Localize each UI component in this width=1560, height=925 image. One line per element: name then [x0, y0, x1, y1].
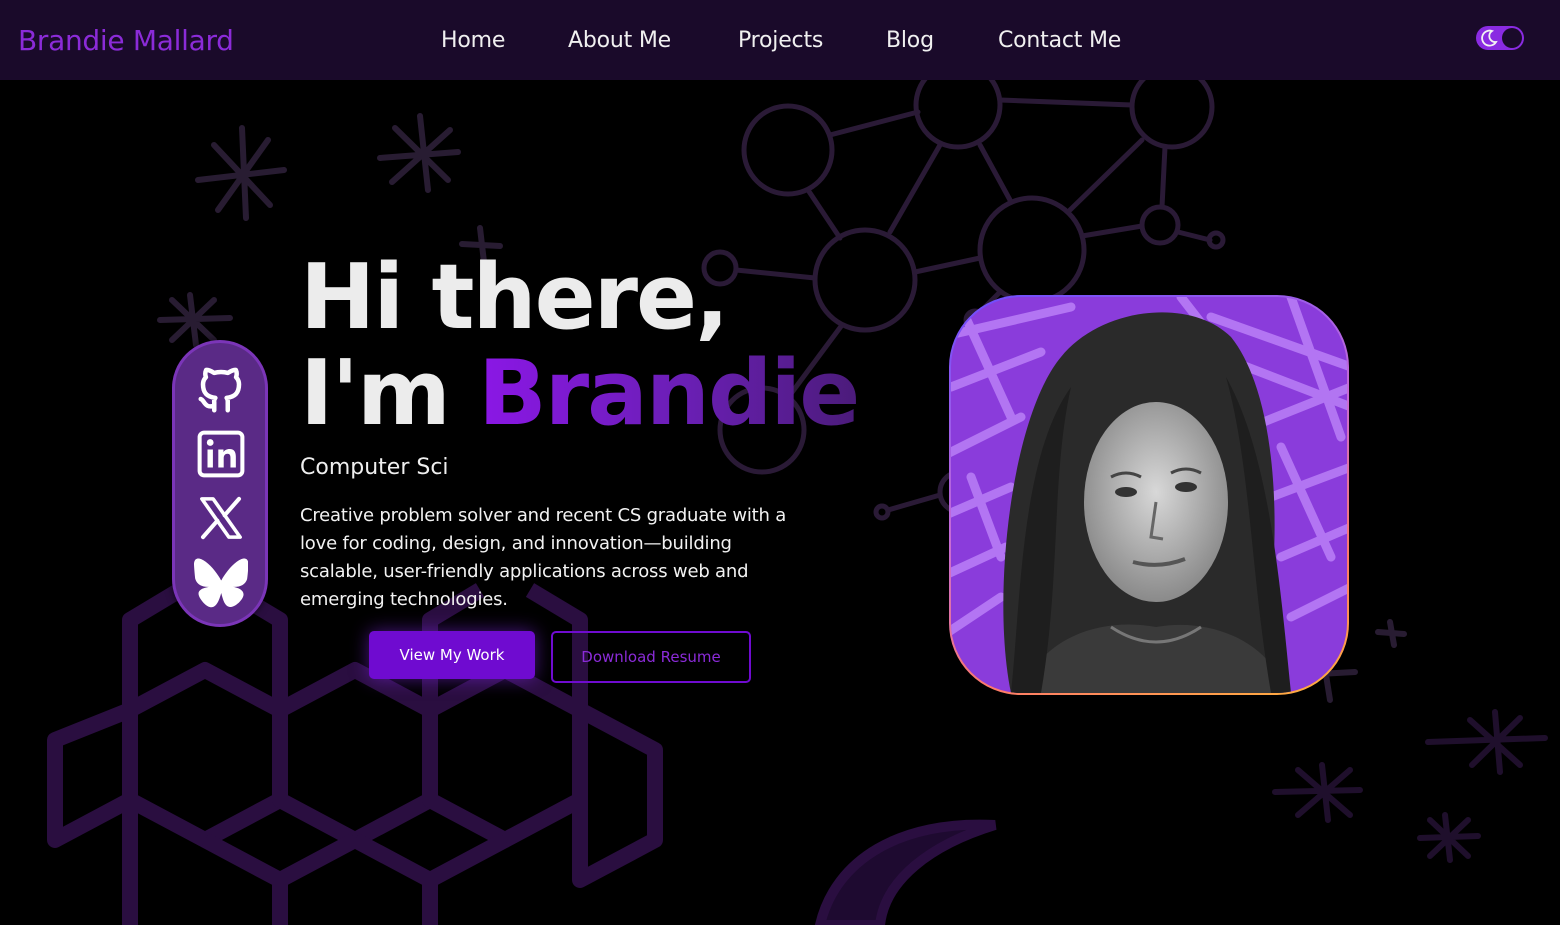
hero-greeting: Hi there, — [300, 245, 729, 350]
moon-icon — [1481, 29, 1498, 47]
theme-toggle[interactable] — [1476, 26, 1524, 50]
x-icon[interactable] — [194, 491, 248, 545]
profile-photo-frame — [949, 295, 1349, 695]
nav-link-home[interactable]: Home — [441, 28, 505, 53]
nav-link-contact[interactable]: Contact Me — [998, 28, 1121, 53]
profile-photo — [951, 297, 1347, 693]
nav-link-about[interactable]: About Me — [568, 28, 671, 53]
toggle-knob — [1502, 28, 1522, 48]
hero-description: Creative problem solver and recent CS gr… — [300, 505, 787, 610]
hero-subtitle: Computer Sci — [300, 455, 449, 480]
linkedin-icon[interactable] — [194, 427, 248, 481]
brand-logo[interactable]: Brandie Mallard — [18, 24, 234, 57]
social-links — [172, 340, 268, 627]
navbar: Brandie Mallard Home About Me Projects B… — [0, 0, 1560, 80]
hero-prefix: I'm — [300, 341, 479, 446]
hero-name: Brandie — [478, 341, 860, 446]
github-icon[interactable] — [194, 363, 248, 417]
hero-heading: Hi there, I'm Brandie — [300, 250, 860, 442]
nav-link-projects[interactable]: Projects — [738, 28, 823, 53]
nav-link-blog[interactable]: Blog — [886, 28, 934, 53]
bluesky-icon[interactable] — [194, 555, 248, 609]
view-my-work-button[interactable]: View My Work — [369, 631, 535, 679]
download-resume-button[interactable]: Download Resume — [551, 631, 751, 683]
